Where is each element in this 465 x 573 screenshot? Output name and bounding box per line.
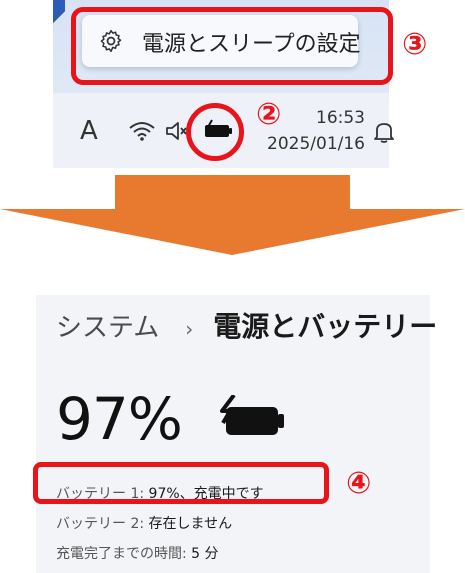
highlight-battery-status (33, 462, 329, 504)
window-corner-accent (53, 0, 65, 30)
battery-2-label: バッテリー 2: (56, 516, 145, 532)
charge-time-value: 5 分 (191, 546, 219, 562)
clock-time[interactable]: 16:53 (308, 108, 365, 128)
battery-percentage: 97% (56, 385, 183, 453)
page-title: 電源とバッテリー (213, 310, 438, 343)
battery-level-fill (230, 411, 273, 431)
wifi-icon[interactable] (128, 120, 156, 142)
clock-date[interactable]: 2025/01/16 (260, 134, 365, 154)
callout-2: ② (256, 97, 282, 132)
charge-time-status: 充電完了までの時間: 5 分 (56, 543, 219, 563)
breadcrumb: システム › 電源とバッテリー (56, 305, 437, 345)
breadcrumb-system-link[interactable]: システム (56, 307, 159, 344)
highlight-battery-icon (186, 103, 244, 161)
ime-indicator[interactable]: A (80, 116, 98, 146)
highlight-settings-popup (71, 7, 393, 85)
callout-4: ④ (346, 466, 372, 501)
battery-2-status: バッテリー 2: 存在しません (56, 513, 232, 533)
battery-charging-icon (220, 395, 284, 435)
breadcrumb-separator: › (185, 317, 194, 341)
callout-3: ③ (402, 27, 428, 62)
bell-icon[interactable] (373, 120, 395, 144)
speaker-muted-icon[interactable] (164, 120, 188, 142)
power-battery-settings-page: システム › 電源とバッテリー 97% バッテリー 1: 97%、充電中です バ… (36, 295, 437, 573)
charge-time-label: 充電完了までの時間: (56, 546, 187, 562)
down-arrow-icon (0, 175, 465, 255)
battery-2-value: 存在しません (148, 516, 233, 532)
